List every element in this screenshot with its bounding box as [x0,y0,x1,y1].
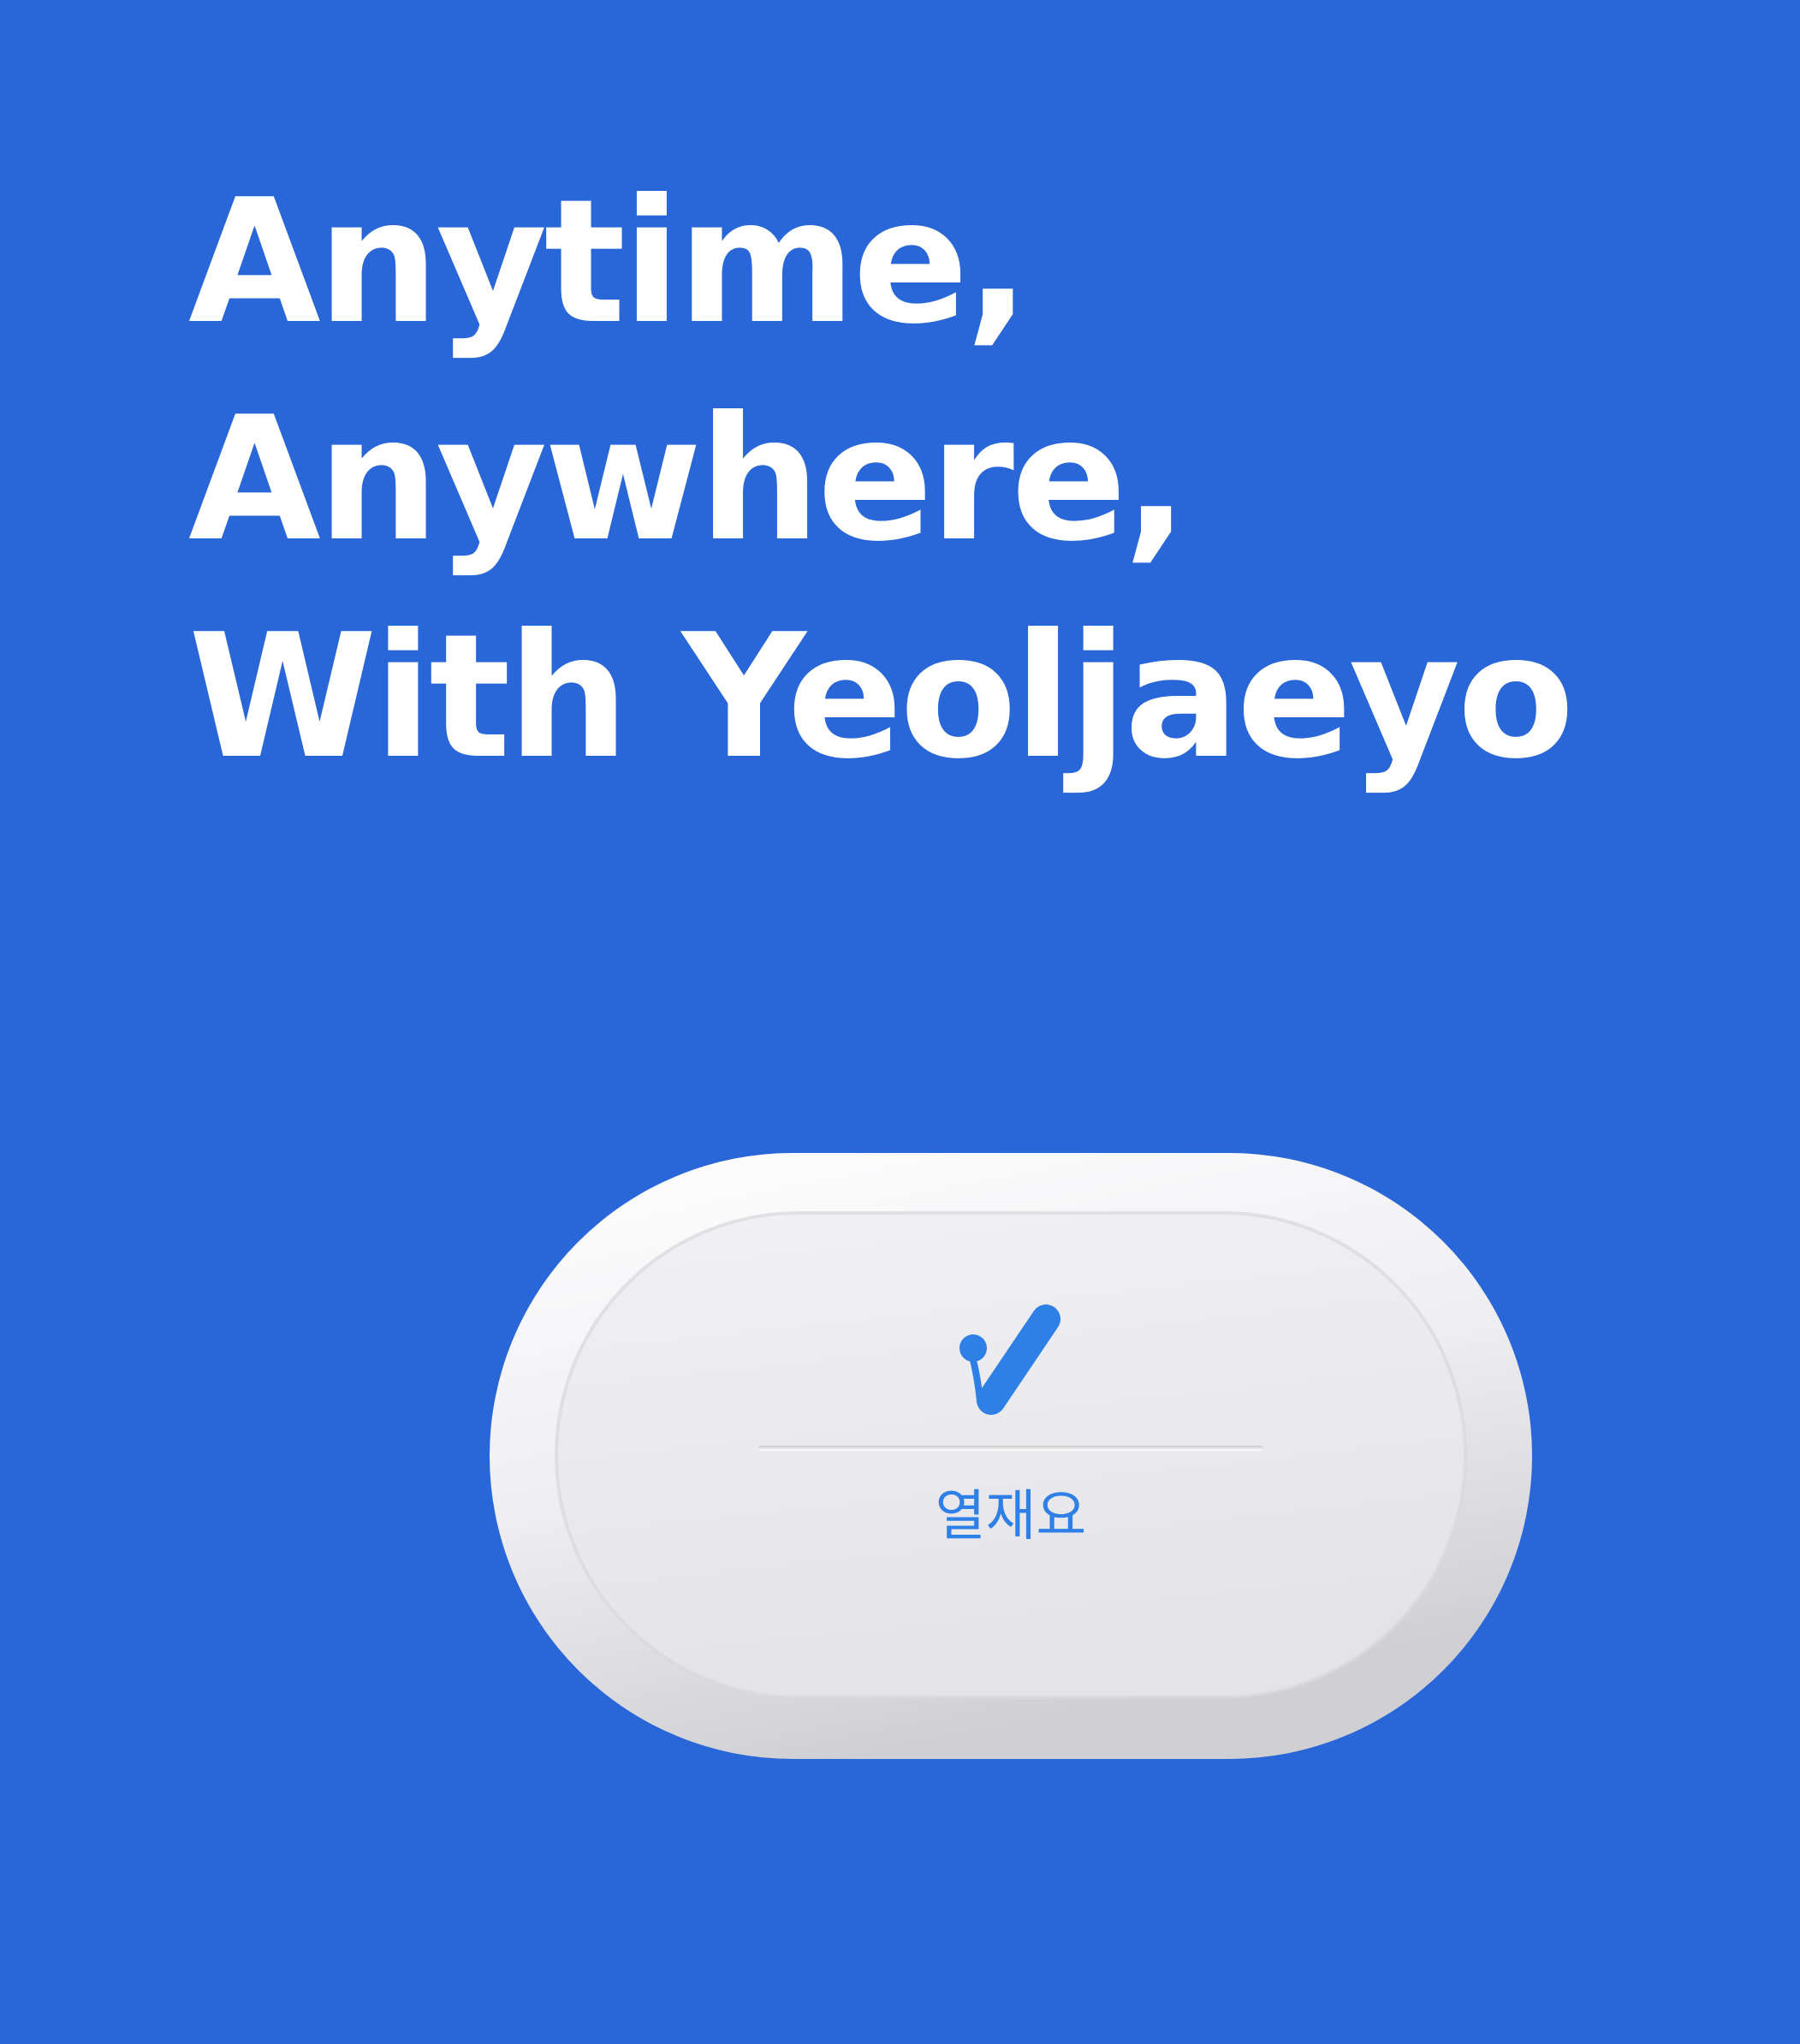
headline-line-1: Anytime, [188,163,1031,362]
headline-line-2: Anywhere, [188,380,1189,579]
headline: Anytime, Anywhere, With Yeoljaeyo [188,154,1575,806]
hero-banner: Anytime, Anywhere, With Yeoljaeyo 열재요 [0,0,1800,2044]
device-top-surface [556,1213,1465,1697]
device-illustration: 열재요 [488,1151,1534,1761]
device-divider-groove [758,1446,1263,1451]
headline-line-3: With Yeoljaeyo [188,597,1575,797]
device-logo-text: 열재요 [936,1485,1087,1548]
